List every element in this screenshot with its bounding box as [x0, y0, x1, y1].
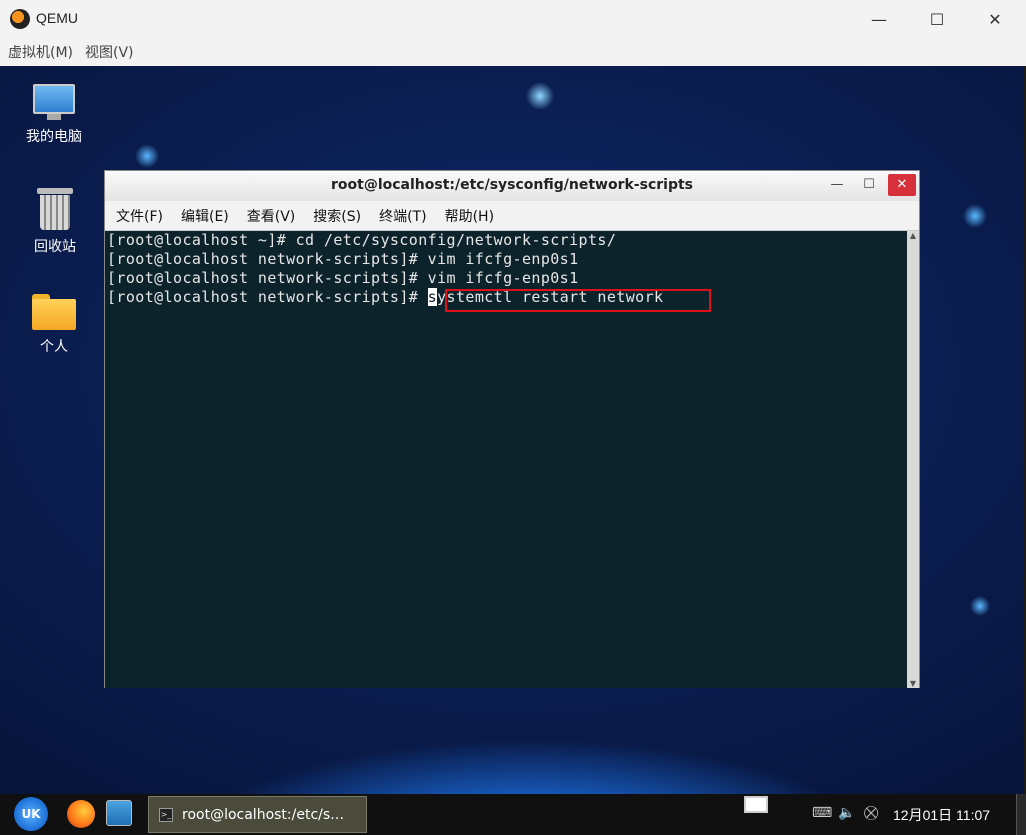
desktop-icon-label: 回收站 [34, 239, 76, 255]
trash-icon [37, 188, 73, 230]
terminal-line: [root@localhost network-scripts]# vim if… [107, 250, 579, 268]
file-manager-icon[interactable] [106, 800, 132, 826]
desktop-icon-my-computer[interactable]: 我的电脑 [9, 84, 99, 146]
qemu-minimize-button[interactable]: — [850, 0, 908, 38]
network-icon[interactable]: ⛒ [864, 805, 878, 821]
desktop-icon-trash[interactable]: 回收站 [10, 188, 100, 256]
home-folder-icon [32, 294, 76, 330]
scroll-down-icon[interactable]: ▼ [907, 679, 919, 688]
taskbar-task-label: root@localhost:/etc/s… [182, 806, 345, 823]
terminal-output[interactable]: [root@localhost ~]# cd /etc/sysconfig/ne… [105, 231, 909, 688]
computer-icon [33, 84, 75, 120]
desktop-icon-label: 个人 [40, 339, 68, 355]
command-highlight-box [445, 289, 711, 312]
terminal-scrollbar[interactable]: ▲ ▼ [907, 231, 919, 688]
scroll-up-icon[interactable]: ▲ [907, 231, 919, 240]
terminal-menu-search[interactable]: 搜索(S) [313, 206, 361, 226]
show-desktop-corner[interactable] [1016, 794, 1026, 835]
qemu-titlebar: QEMU — ☐ ✕ [0, 0, 1026, 38]
terminal-maximize-button[interactable]: ☐ [855, 174, 883, 196]
terminal-menubar: 文件(F) 编辑(E) 查看(V) 搜索(S) 终端(T) 帮助(H) [105, 201, 919, 231]
terminal-icon: >_ [159, 807, 173, 822]
terminal-line: [root@localhost network-scripts]# vim if… [107, 269, 579, 287]
taskbar: UK >_ root@localhost:/etc/s… ⌨ 🔈 ⛒ 12月01… [0, 794, 1026, 835]
desktop-icon-label: 我的电脑 [26, 129, 82, 145]
show-desktop-icon[interactable] [744, 796, 768, 813]
firefox-icon[interactable] [67, 800, 95, 828]
terminal-title: root@localhost:/etc/sysconfig/network-sc… [330, 177, 694, 193]
terminal-menu-view[interactable]: 查看(V) [247, 206, 296, 226]
taskbar-clock[interactable]: 12月01日 11:07 [893, 805, 990, 825]
terminal-titlebar[interactable]: root@localhost:/etc/sysconfig/network-sc… [105, 171, 919, 201]
terminal-menu-file[interactable]: 文件(F) [116, 206, 163, 226]
keyboard-icon[interactable]: ⌨ [812, 805, 832, 821]
qemu-menubar: 虚拟机(M) 视图(V) [0, 38, 1026, 66]
menu-view[interactable]: 视图(V) [85, 42, 134, 62]
qemu-window-title: QEMU [36, 10, 78, 26]
terminal-menu-terminal[interactable]: 终端(T) [379, 206, 426, 226]
qemu-logo-icon [10, 9, 30, 29]
terminal-line: [root@localhost ~]# cd /etc/sysconfig/ne… [107, 231, 617, 249]
qemu-close-button[interactable]: ✕ [966, 0, 1024, 38]
terminal-minimize-button[interactable]: — [823, 174, 851, 196]
terminal-window: root@localhost:/etc/sysconfig/network-sc… [104, 170, 920, 688]
menu-vm[interactable]: 虚拟机(M) [8, 42, 73, 62]
volume-icon[interactable]: 🔈 [838, 805, 855, 821]
terminal-prompt: [root@localhost network-scripts]# [107, 288, 428, 306]
qemu-maximize-button[interactable]: ☐ [908, 0, 966, 38]
terminal-cursor: s [427, 288, 438, 306]
taskbar-terminal-task[interactable]: >_ root@localhost:/etc/s… [148, 796, 367, 833]
terminal-menu-help[interactable]: 帮助(H) [445, 206, 494, 226]
desktop-icon-home[interactable]: 个人 [9, 294, 99, 356]
start-menu-button[interactable]: UK [14, 797, 48, 831]
terminal-menu-edit[interactable]: 编辑(E) [181, 206, 229, 226]
terminal-close-button[interactable]: ✕ [888, 174, 916, 196]
